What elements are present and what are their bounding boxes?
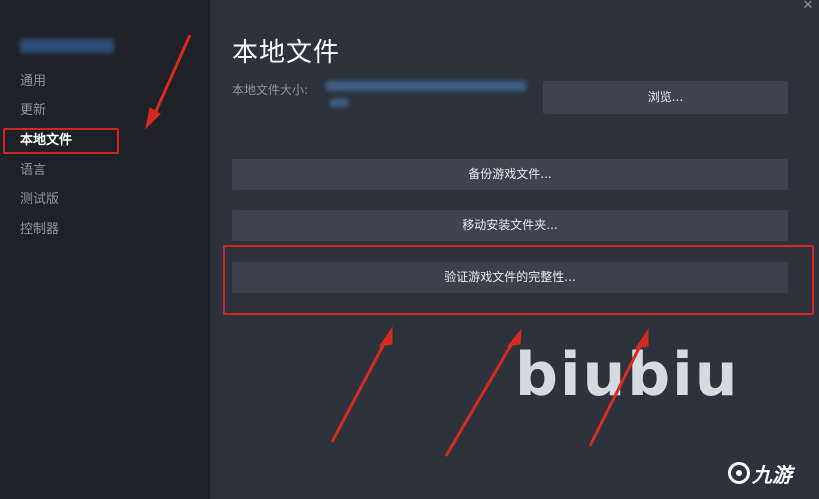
watermark-logo-text: 九游 [752, 462, 792, 487]
local-files-size-value-blurred-2 [330, 99, 348, 107]
sidebar-item-general[interactable]: 通用 [20, 73, 46, 91]
watermark-logo: 九游 [728, 458, 792, 488]
local-files-size-value-blurred [326, 81, 526, 91]
local-files-highlight-box [3, 128, 119, 154]
local-files-size-label: 本地文件大小: [232, 83, 309, 97]
settings-sidebar: 通用 更新 本地文件 语言 测试版 控制器 [0, 0, 210, 499]
backup-game-files-button[interactable]: 备份游戏文件... [232, 159, 788, 190]
watermark-text: biubiu [515, 340, 740, 410]
logo-mark-icon [728, 462, 750, 484]
browse-button[interactable]: 浏览... [543, 81, 788, 114]
page-title: 本地文件 [232, 38, 341, 68]
game-name-blurred [20, 39, 114, 53]
sidebar-item-language[interactable]: 语言 [20, 162, 46, 180]
move-install-folder-button[interactable]: 移动安装文件夹... [232, 210, 788, 241]
verify-highlight-box [223, 245, 814, 315]
sidebar-item-controller[interactable]: 控制器 [20, 221, 59, 239]
sidebar-item-betas[interactable]: 测试版 [20, 191, 59, 209]
close-icon[interactable]: ✕ [800, 0, 816, 14]
sidebar-item-updates[interactable]: 更新 [20, 102, 46, 120]
